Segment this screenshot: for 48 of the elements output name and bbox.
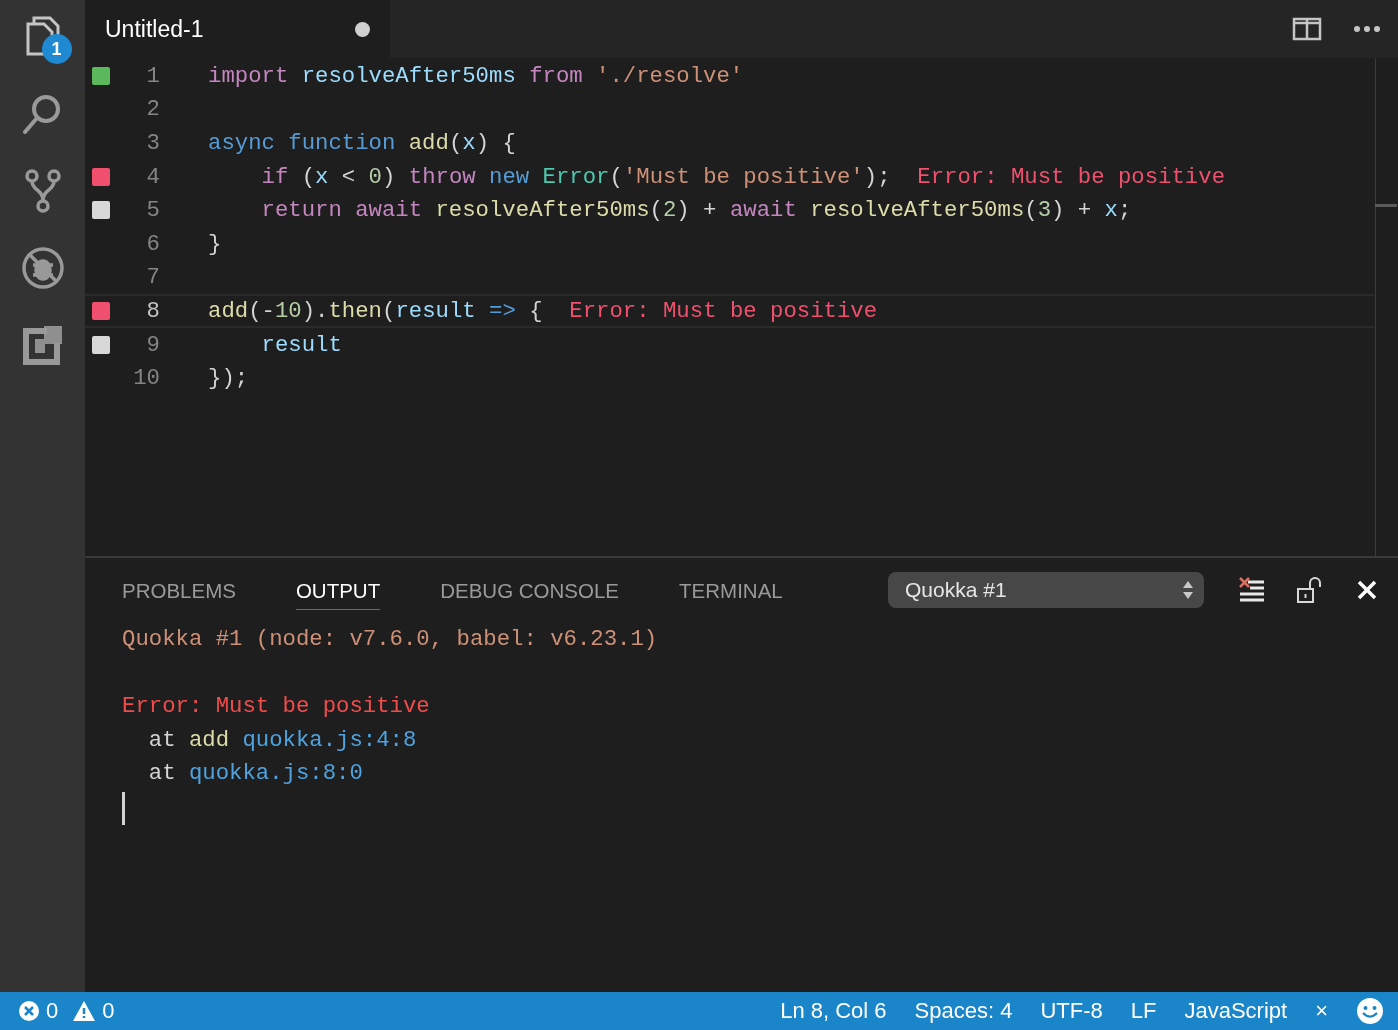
line-number: 2 [145,96,160,123]
output-channel-dropdown[interactable]: Quokka #1 [888,572,1204,608]
panel-tab[interactable]: PROBLEMS [122,570,236,610]
line-number: 8 [145,297,160,324]
clear-output-icon[interactable] [1238,576,1264,604]
status-item[interactable]: JavaScript [1184,998,1288,1024]
output-line: at add quokka.js:4:8 [147,726,417,753]
output-line: Error: Must be positive [122,693,430,719]
inline-error: Error: Must be positive [569,297,878,324]
editor-tab[interactable]: Untitled-1 [85,0,390,58]
line-number: 1 [145,62,160,89]
status-item[interactable]: LF [1130,998,1157,1024]
error-icon [18,1000,40,1022]
line-number: 6 [145,230,160,257]
no-bug-icon [19,245,66,291]
output-line: at quokka.js:8:0 [147,760,363,787]
code-line: if (x < 0) throw new Error('Must be positive'); [260,163,891,190]
status-item[interactable]: UTF-8 [1040,998,1103,1024]
smiley-icon[interactable] [1356,997,1384,1025]
code-line: }); [208,365,249,392]
code-line: result [260,331,342,358]
code-line: import resolveAfter50ms from './resolve' [208,62,744,89]
code-line: } [208,230,222,257]
warning-count[interactable]: 0 [102,998,115,1024]
unlocked-padlock-icon[interactable] [1296,576,1322,604]
error-count[interactable]: 0 [46,998,59,1024]
line-number: 3 [145,130,160,156]
status-item[interactable]: Ln 8, Col 6 [780,998,887,1024]
tab-title: Untitled-1 [105,15,204,43]
panel-tab[interactable]: DEBUG CONSOLE [440,570,620,610]
line-number: 7 [145,264,160,291]
panel-tab[interactable]: OUTPUT [295,570,381,610]
code-line: async function add(x) { [208,130,516,156]
notification-badge: 1 [41,34,72,64]
line-number: 9 [145,331,160,358]
line-number: 5 [145,197,160,224]
line-number: 4 [145,163,160,190]
warning-icon [72,1000,97,1022]
output-line: Quokka #1 (node: v7.6.0, babel: v6.23.1) [122,625,658,652]
code-line: add(-10).then(result => { [208,297,543,324]
status-item[interactable]: Spaces: 4 [914,998,1013,1024]
status-item[interactable]: × [1315,998,1328,1024]
line-number: 10 [132,365,160,392]
code-line: return await resolveAfter50ms(2) + await resolveAfter50ms(3) + x; [260,197,1132,224]
inline-error: Error: Must be positive [917,163,1225,190]
select-arrows-icon [1182,579,1194,601]
text-cursor [122,791,125,825]
panel-tab[interactable]: TERMINAL [679,570,783,610]
